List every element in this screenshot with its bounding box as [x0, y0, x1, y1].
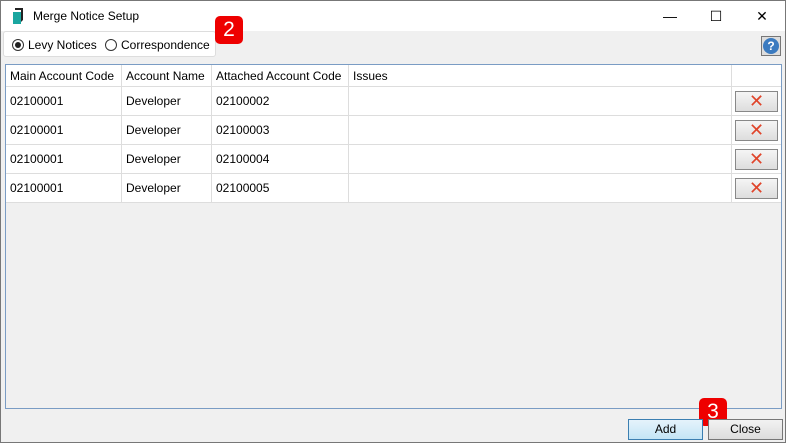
- cell-issues: [349, 145, 732, 173]
- cell-main-account-code: 02100001: [6, 116, 122, 144]
- merge-table: Main Account Code Account Name Attached …: [5, 64, 782, 409]
- title-bar: Merge Notice Setup — ☐ ✕: [1, 1, 785, 31]
- radio-levy-notices[interactable]: Levy Notices: [12, 38, 97, 52]
- help-icon: ?: [763, 38, 779, 54]
- delete-row-button[interactable]: ✕: [735, 120, 778, 141]
- app-icon: [13, 8, 23, 24]
- delete-x-icon: ✕: [748, 149, 765, 169]
- notice-type-group: Levy Notices Correspondence: [3, 31, 216, 57]
- table-row[interactable]: 02100001 Developer 02100003 ✕: [6, 116, 781, 145]
- delete-x-icon: ✕: [748, 120, 765, 140]
- col-issues[interactable]: Issues: [349, 65, 732, 86]
- cell-account-name: Developer: [122, 116, 212, 144]
- cell-issues: [349, 116, 732, 144]
- maximize-button[interactable]: ☐: [693, 1, 739, 31]
- col-actions: [732, 65, 781, 86]
- table-row[interactable]: 02100001 Developer 02100005 ✕: [6, 174, 781, 203]
- radio-circle[interactable]: [105, 39, 117, 51]
- radio-label: Correspondence: [121, 38, 210, 52]
- cell-account-name: Developer: [122, 174, 212, 202]
- delete-x-icon: ✕: [748, 91, 765, 111]
- cell-issues: [349, 174, 732, 202]
- radio-circle[interactable]: [12, 39, 24, 51]
- cell-account-name: Developer: [122, 145, 212, 173]
- cell-attached-account-code: 02100005: [212, 174, 349, 202]
- close-window-button[interactable]: ✕: [739, 1, 785, 31]
- col-attached-account-code[interactable]: Attached Account Code: [212, 65, 349, 86]
- radio-label: Levy Notices: [28, 38, 97, 52]
- cell-main-account-code: 02100001: [6, 145, 122, 173]
- step-badge-2: 2: [215, 16, 243, 44]
- delete-row-button[interactable]: ✕: [735, 149, 778, 170]
- close-button[interactable]: Close: [708, 419, 783, 440]
- help-button[interactable]: ?: [761, 36, 781, 56]
- cell-account-name: Developer: [122, 87, 212, 115]
- cell-attached-account-code: 02100002: [212, 87, 349, 115]
- cell-attached-account-code: 02100004: [212, 145, 349, 173]
- delete-row-button[interactable]: ✕: [735, 91, 778, 112]
- col-account-name[interactable]: Account Name: [122, 65, 212, 86]
- cell-issues: [349, 87, 732, 115]
- delete-row-button[interactable]: ✕: [735, 178, 778, 199]
- radio-correspondence[interactable]: Correspondence: [105, 38, 210, 52]
- cell-attached-account-code: 02100003: [212, 116, 349, 144]
- table-row[interactable]: 02100001 Developer 02100002 ✕: [6, 87, 781, 116]
- col-main-account-code[interactable]: Main Account Code: [6, 65, 122, 86]
- add-button[interactable]: Add: [628, 419, 703, 440]
- cell-main-account-code: 02100001: [6, 174, 122, 202]
- table-row[interactable]: 02100001 Developer 02100004 ✕: [6, 145, 781, 174]
- window-title: Merge Notice Setup: [33, 9, 140, 23]
- merge-notice-setup-window: Merge Notice Setup — ☐ ✕ Levy Notices Co…: [0, 0, 786, 443]
- table-header: Main Account Code Account Name Attached …: [6, 65, 781, 87]
- cell-main-account-code: 02100001: [6, 87, 122, 115]
- delete-x-icon: ✕: [748, 178, 765, 198]
- minimize-button[interactable]: —: [647, 1, 693, 31]
